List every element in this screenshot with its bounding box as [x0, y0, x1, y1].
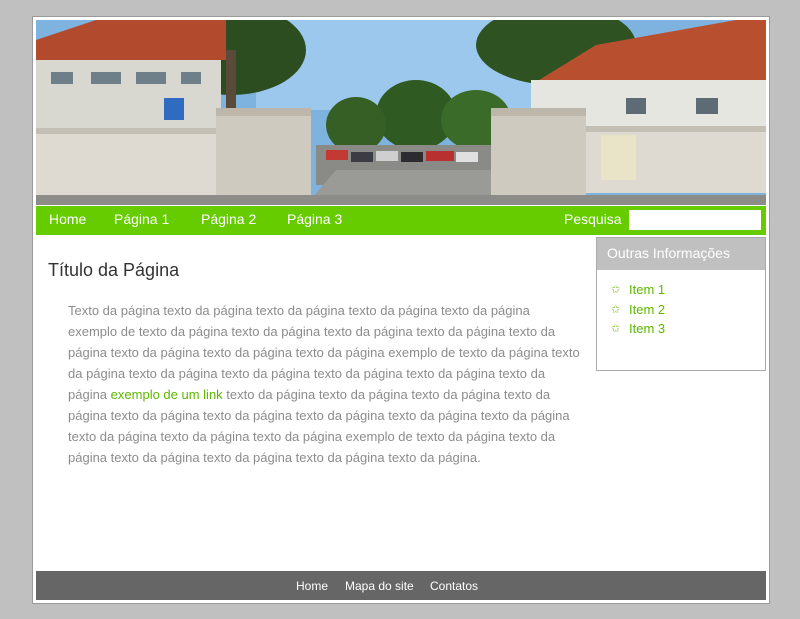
footer-link-site-map[interactable]: Mapa do site	[345, 579, 414, 593]
nav-item-pagina-2[interactable]: Página 2	[201, 211, 256, 227]
sidebar-item-1-link[interactable]: Item 1	[629, 282, 665, 297]
example-link[interactable]: exemplo de um link	[111, 387, 223, 402]
footer-link-home[interactable]: Home	[296, 579, 328, 593]
banner-photo	[36, 20, 766, 205]
sidebar-box: Outras Informações ✩ Item 1 ✩ Item 2 ✩ I…	[596, 237, 766, 371]
main-navigation-bar: Home Página 1 Página 2 Página 3 Pesquisa	[36, 206, 766, 235]
sidebar-list-item: ✩ Item 1	[611, 280, 765, 300]
page-container: Home Página 1 Página 2 Página 3 Pesquisa…	[32, 16, 770, 604]
sidebar-item-2-link[interactable]: Item 2	[629, 302, 665, 317]
sidebar-list-item: ✩ Item 3	[611, 319, 765, 339]
nav-item-pagina-1[interactable]: Página 1	[114, 211, 169, 227]
star-bullet-icon: ✩	[611, 323, 621, 336]
star-bullet-icon: ✩	[611, 284, 621, 297]
nav-item-pagina-3[interactable]: Página 3	[287, 211, 342, 227]
sidebar-item-3-link[interactable]: Item 3	[629, 321, 665, 336]
page-body-text: Texto da página texto da página texto da…	[68, 300, 580, 468]
header-banner-image	[36, 20, 766, 205]
sidebar-list: ✩ Item 1 ✩ Item 2 ✩ Item 3	[597, 270, 765, 339]
sidebar-heading: Outras Informações	[597, 238, 765, 270]
search-input[interactable]	[629, 210, 761, 230]
star-bullet-icon: ✩	[611, 303, 621, 316]
search-label: Pesquisa	[564, 211, 622, 227]
sidebar-list-item: ✩ Item 2	[611, 300, 765, 320]
footer-link-contacts[interactable]: Contatos	[430, 579, 478, 593]
nav-item-home[interactable]: Home	[49, 211, 86, 227]
footer-bar: Home Mapa do site Contatos	[36, 571, 766, 600]
page-title: Título da Página	[48, 260, 180, 280]
